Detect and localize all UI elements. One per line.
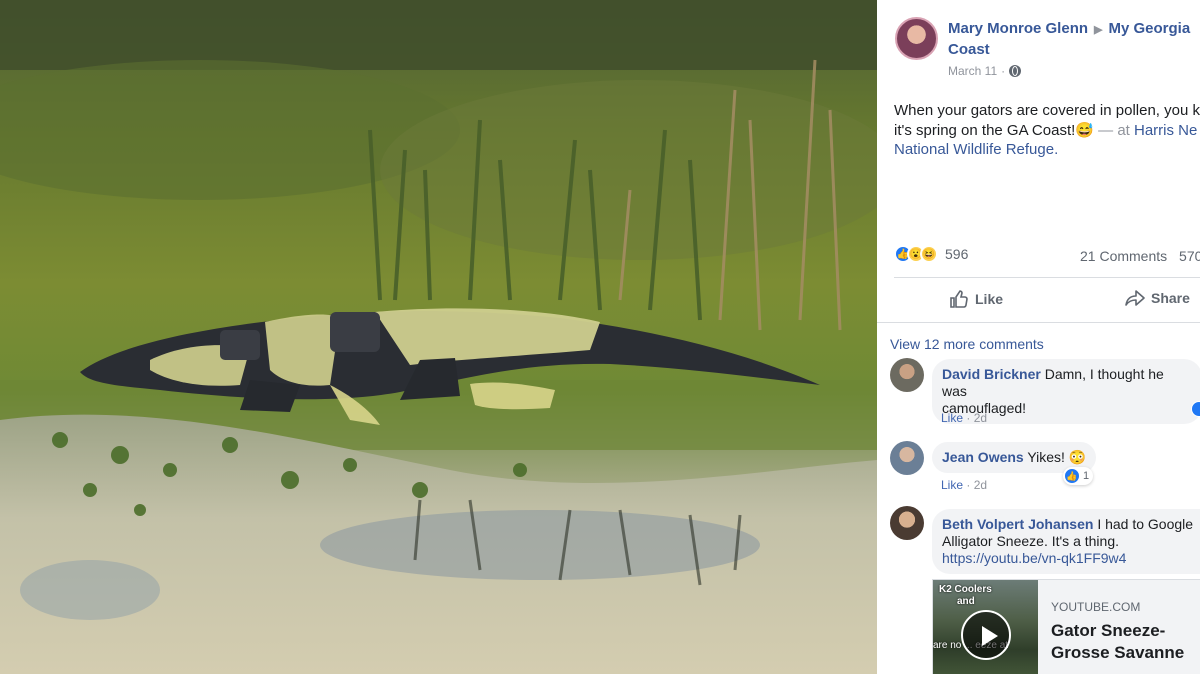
thumbs-up-icon xyxy=(950,290,968,308)
commenter-name-link[interactable]: Beth Volpert Johansen xyxy=(942,516,1093,532)
link-source: YOUTUBE.COM xyxy=(1051,600,1141,614)
shares-count-link[interactable]: 570 xyxy=(1179,248,1200,264)
like-icon xyxy=(1191,401,1200,417)
comment-actions: Like · 2d xyxy=(941,411,988,425)
triangle-right-icon: ▶ xyxy=(1094,24,1103,36)
reactions-summary[interactable]: 👍 😮 😆 596 xyxy=(894,245,968,263)
group-name-link[interactable]: My Georgia xyxy=(1109,20,1191,37)
commenter-avatar[interactable] xyxy=(890,506,924,540)
flushed-emoji: 😳 xyxy=(1068,449,1087,465)
comment-url-link[interactable]: https://youtu.be/vn-qk1FF9w4 xyxy=(942,550,1126,566)
comment-time[interactable]: 2d xyxy=(974,478,987,492)
haha-icon: 😆 xyxy=(920,245,938,263)
comment-like-link[interactable]: Like xyxy=(941,411,963,425)
link-title[interactable]: Gator Sneeze- Grosse Savanne xyxy=(1051,620,1184,664)
share-button[interactable]: Share xyxy=(1125,289,1190,307)
youtube-link-card[interactable]: K2 Coolers and are no ... eeze at YOUTUB… xyxy=(932,579,1200,674)
reaction-count: 596 xyxy=(945,246,969,262)
location-link-cont[interactable]: National Wildlife Refuge. xyxy=(894,140,1200,160)
alligator-photo-illustration xyxy=(0,0,877,674)
sweat-smile-emoji: 😅 xyxy=(1075,121,1094,139)
comment-actions: Like · 2d xyxy=(941,478,988,492)
post-header: Mary Monroe Glenn ▶ My Georgia Coast xyxy=(948,19,1200,60)
author-name-link[interactable]: Mary Monroe Glenn xyxy=(948,20,1088,37)
like-button[interactable]: Like xyxy=(949,289,1003,309)
comments-shares-count: 21 Comments 570 xyxy=(1080,248,1200,264)
post-text-line-1: When your gators are covered in pollen, … xyxy=(894,102,1200,119)
post-meta: March 11 · xyxy=(948,64,1022,78)
share-arrow-icon xyxy=(1125,290,1145,306)
commenter-name-link[interactable]: Jean Owens xyxy=(942,449,1024,465)
commenter-avatar[interactable] xyxy=(890,441,924,475)
commenter-name-link[interactable]: David Brickner xyxy=(942,366,1041,382)
post-text: When your gators are covered in pollen, … xyxy=(894,101,1200,160)
thumbnail-caption: K2 Coolers and xyxy=(939,584,992,607)
globe-icon[interactable] xyxy=(1009,65,1022,77)
group-name-link-cont[interactable]: Coast xyxy=(948,41,990,58)
play-icon[interactable] xyxy=(961,610,1011,660)
video-thumbnail[interactable]: K2 Coolers and are no ... eeze at xyxy=(933,580,1038,674)
comment-bubble: Beth Volpert Johansen I had to Google Al… xyxy=(932,509,1200,574)
author-avatar[interactable] xyxy=(895,17,938,60)
post-date[interactable]: March 11 xyxy=(948,64,997,78)
comment-time[interactable]: 2d xyxy=(974,411,987,425)
location-link[interactable]: Harris Ne xyxy=(1134,122,1197,139)
post-photo[interactable] xyxy=(0,0,877,674)
like-icon: 👍 xyxy=(1064,468,1080,484)
post-side-panel: Mary Monroe Glenn ▶ My Georgia Coast March… xyxy=(877,0,1200,674)
comments-count-link[interactable]: 21 Comments xyxy=(1080,248,1167,264)
view-more-comments-link[interactable]: View 12 more comments xyxy=(890,336,1044,352)
comment-like-link[interactable]: Like xyxy=(941,478,963,492)
comment-reaction-badge[interactable]: 👍 1 xyxy=(1063,467,1094,485)
post-text-line-2: it's spring on the GA Coast!😅 — at Harri… xyxy=(894,121,1198,139)
commenter-avatar[interactable] xyxy=(890,358,924,392)
divider xyxy=(894,277,1200,278)
